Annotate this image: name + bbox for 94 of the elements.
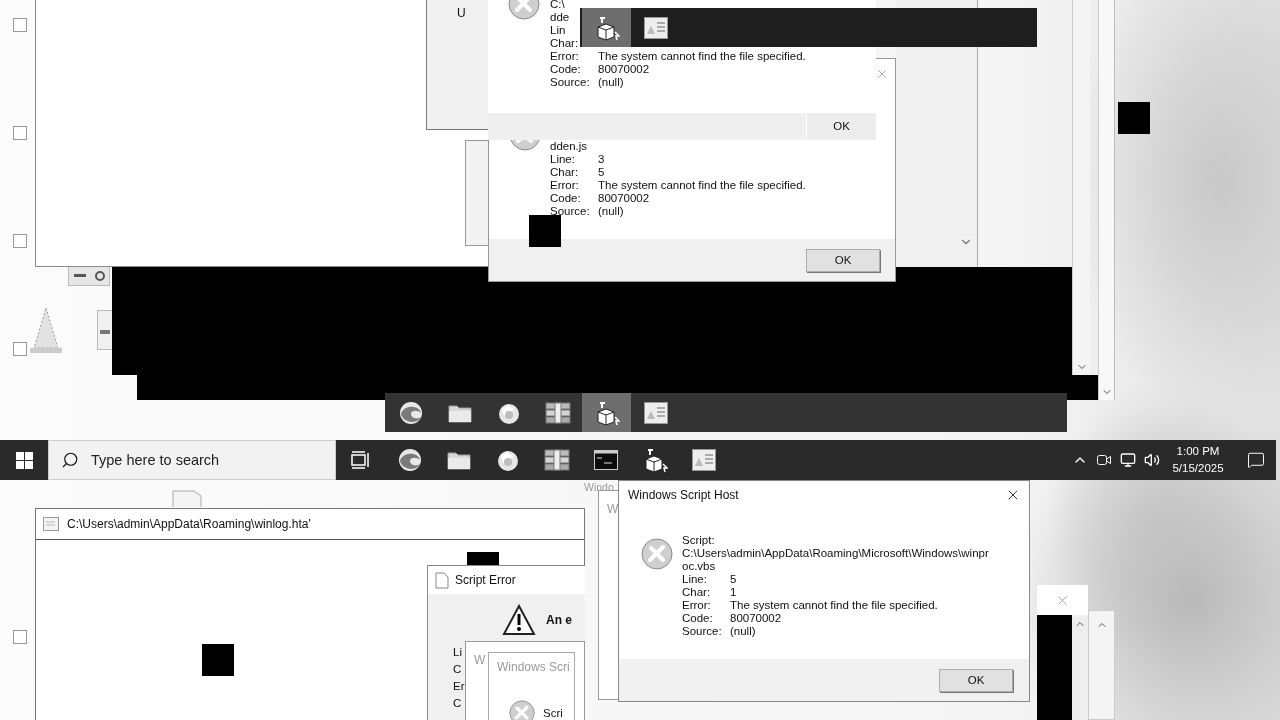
desktop-icon[interactable] (13, 234, 27, 248)
folder-icon (446, 450, 471, 470)
scrollbar[interactable] (1072, 615, 1088, 720)
field-label: Source: (550, 205, 591, 218)
field-value: (null) (598, 76, 625, 89)
archive-icon (544, 400, 571, 425)
field-label: Li (453, 646, 462, 659)
field-label: Error: (682, 599, 712, 612)
ok-button[interactable]: OK (806, 248, 880, 272)
glitch-block (529, 215, 561, 247)
field-label: Error: (550, 179, 580, 192)
field-label: C (453, 697, 462, 710)
file-icon (97, 310, 113, 350)
dialog-title: Script Error (455, 573, 516, 587)
image-icon (643, 16, 668, 39)
field-value: 80070002 (598, 63, 651, 76)
desktop-icon[interactable] (13, 18, 27, 32)
field-value: 80070002 (598, 192, 651, 205)
field-label: Code: (682, 612, 714, 625)
clock-time: 1:00 PM (1176, 444, 1220, 459)
field-value: The system cannot find the file specified. (598, 50, 807, 63)
dialog-text: Script: (682, 534, 715, 547)
glitch-block (1118, 102, 1150, 134)
field-label: Char: (550, 166, 580, 179)
dialog-text: Scri (543, 706, 563, 720)
search-bar[interactable]: Type here to search (48, 440, 336, 480)
archive-icon (543, 448, 570, 472)
folder-icon (447, 402, 472, 423)
network-icon[interactable] (1120, 452, 1136, 468)
search-field[interactable]: Type here to search (89, 451, 313, 469)
error-message: An e (546, 613, 573, 627)
camera-icon[interactable] (1096, 452, 1112, 468)
browser-icon (397, 448, 422, 472)
field-label: C (453, 663, 462, 676)
field-value: 1 (730, 586, 738, 599)
tools-icon (641, 538, 673, 570)
dialog-text: C:\ (550, 0, 565, 11)
desktop-icon[interactable] (13, 126, 27, 140)
field-label: Error: (550, 50, 580, 63)
dialog-title: W (607, 502, 619, 516)
scrollbar[interactable] (1098, 0, 1115, 400)
clock[interactable]: 1:00 PM 5/15/2025 (1168, 443, 1228, 477)
field-label: Line: (550, 153, 576, 166)
taskbar-button[interactable] (582, 393, 631, 432)
dialog-text: C:\Users\admin\AppData\Roaming\Microsoft\Windows\winpr (682, 547, 989, 560)
cone-icon (27, 306, 65, 354)
volume-icon[interactable] (1144, 452, 1160, 468)
field-label: Er (453, 680, 465, 693)
image-icon (691, 449, 716, 471)
field-value: 3 (598, 153, 606, 166)
warning-icon (502, 604, 536, 636)
windows-logo-icon (15, 451, 33, 469)
ok-button[interactable]: OK (939, 668, 1013, 692)
desktop-icon[interactable] (13, 630, 27, 644)
field-label: Code: (550, 63, 582, 76)
dialog-title: Windows Scri (497, 660, 571, 674)
field-value: The system cannot find the file specified. (598, 179, 807, 192)
dialog-text: dden.js (550, 140, 588, 153)
field-value: (null) (598, 205, 625, 218)
image-icon (643, 401, 668, 424)
field-value: (null) (730, 625, 757, 638)
window-icon (43, 517, 59, 531)
glitch-block (467, 552, 499, 566)
dialog-text: Char: (550, 37, 579, 50)
terminal-icon (593, 450, 618, 470)
glitch-block (202, 644, 234, 676)
field-value: 5 (730, 573, 738, 586)
notification-icon (1247, 451, 1265, 469)
field-label: Source: (682, 625, 723, 638)
field-label: Code: (550, 192, 582, 205)
dialog-text: U (457, 6, 466, 20)
scrollbar[interactable] (1088, 610, 1115, 720)
fox-icon (495, 448, 520, 472)
field-label: Char: (682, 586, 712, 599)
clock-date: 5/15/2025 (1172, 461, 1224, 476)
dialog-text: Lin (550, 24, 566, 37)
scrollbar[interactable] (1072, 0, 1090, 375)
field-value: 80070002 (730, 612, 783, 625)
desktop-icon[interactable] (13, 342, 27, 356)
field-value: 5 (598, 166, 606, 179)
field-label: Line: (682, 573, 708, 586)
window-title: C:\Users\admin\AppData\Roaming\winlog.hta' (67, 517, 311, 531)
field-label: Source: (550, 76, 591, 89)
taskbar-button[interactable] (582, 8, 631, 47)
dialog-title: W (474, 653, 486, 667)
dialog-text: oc.vbs (682, 560, 716, 573)
browser-icon (398, 400, 423, 425)
field-value: The system cannot find the file specified. (730, 599, 939, 612)
dialog-text: dde (550, 11, 570, 24)
document-icon (435, 571, 449, 589)
dialog-title: Windows Script Host (628, 488, 739, 502)
drive-icon (68, 266, 110, 286)
task-view-icon (350, 451, 371, 469)
search-icon (61, 451, 79, 469)
